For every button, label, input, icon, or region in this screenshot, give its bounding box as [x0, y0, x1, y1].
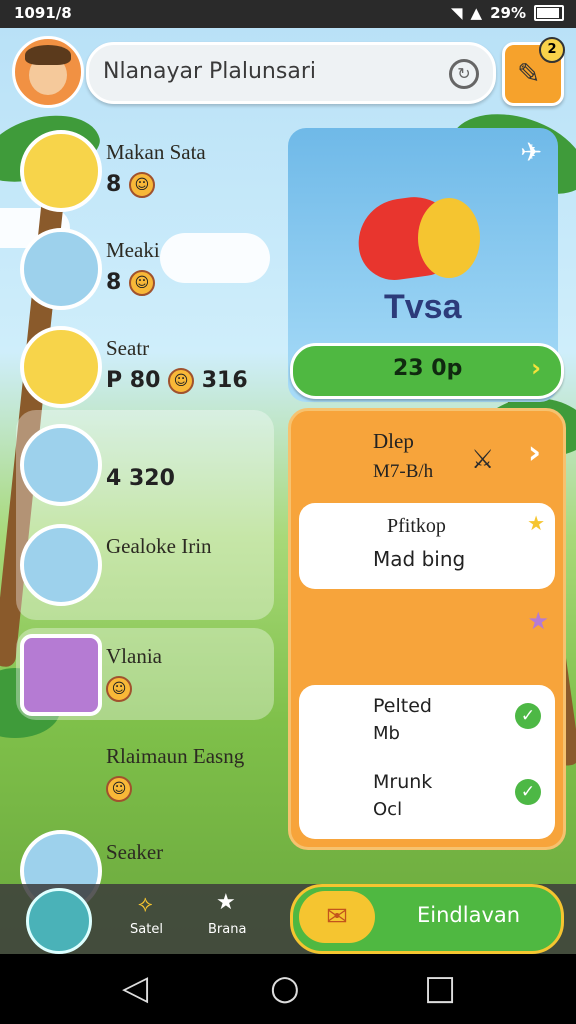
back-icon[interactable]: ◁: [122, 968, 148, 1008]
smile-icon: ☺: [106, 776, 132, 802]
contact-item[interactable]: Vlania ☺: [20, 634, 250, 724]
status-bar: 1091/8 ◥ ▲ 29%: [0, 0, 576, 28]
smile-icon: ☺: [128, 172, 155, 198]
tab-label[interactable]: Brana: [208, 922, 246, 937]
avatar: [20, 228, 102, 310]
panel-subtitle: M7-B/h: [373, 461, 434, 482]
avatar: [20, 130, 102, 212]
featured-title: Tvsa: [384, 288, 462, 326]
edit-icon: ✎: [517, 57, 541, 90]
contact-name: Makan Sata: [106, 140, 206, 164]
chevron-right-icon: ›: [531, 354, 541, 382]
smile-icon: ☺: [128, 270, 155, 296]
refresh-icon[interactable]: ↻: [449, 59, 479, 89]
recents-icon[interactable]: □: [424, 968, 456, 1008]
item-title: Pelted: [373, 695, 432, 717]
home-button[interactable]: [26, 888, 92, 954]
compose-button[interactable]: ✎ 2: [502, 37, 565, 106]
panel-item[interactable]: Pfitkop Mad bing ★: [299, 503, 555, 589]
avatar: [20, 326, 102, 408]
search-bar[interactable]: Nlanayar Plalunsari ↻: [86, 42, 496, 104]
star-icon: ★: [527, 511, 545, 535]
contact-stats: P 80 ☺ 316: [106, 368, 248, 394]
contact-item[interactable]: 4 320: [20, 424, 250, 514]
avatar: [20, 634, 102, 716]
sword-icon: ⚔: [471, 445, 495, 475]
item-subtitle: Ocl: [373, 799, 403, 820]
contact-name: Vlania: [106, 644, 162, 668]
contact-name: Gealoke Irin: [106, 534, 212, 558]
avatar: [20, 734, 102, 816]
mail-icon: ✉: [299, 891, 375, 943]
cat-icon[interactable]: ★: [216, 890, 236, 915]
avatar: [20, 524, 102, 606]
profile-avatar[interactable]: [12, 36, 84, 108]
contact-name: Seaker: [106, 840, 164, 864]
contact-item[interactable]: Seatr P 80 ☺ 316: [20, 326, 250, 416]
status-time: 1091/8: [14, 4, 72, 22]
search-input[interactable]: Nlanayar Plalunsari: [103, 59, 316, 84]
tab-label[interactable]: Satel: [130, 922, 163, 937]
smile-icon: ☺: [106, 676, 132, 702]
contact-item[interactable]: Gealoke Irin: [20, 524, 250, 614]
badge-icon[interactable]: ⟡: [138, 892, 153, 917]
status-icons: ◥ ▲ 29%: [451, 4, 564, 22]
notification-badge: 2: [539, 37, 565, 63]
smile-icon: ☺: [168, 368, 195, 394]
home-icon[interactable]: ○: [270, 968, 300, 1008]
item-subtitle: Mad bing: [373, 547, 466, 571]
contact-stats: ☺: [106, 776, 132, 802]
battery-icon: [534, 5, 564, 21]
contact-name: Seatr: [106, 336, 150, 360]
battery-text: 29%: [490, 4, 526, 22]
featured-button[interactable]: 23 0p ›: [290, 343, 564, 399]
contact-item[interactable]: Makan Sata 8 ☺: [20, 130, 250, 220]
avatar: [20, 424, 102, 506]
contact-stats: ☺: [106, 676, 132, 702]
panel-list: Pelted Mb ✓ Mrunk Ocl ✓: [299, 685, 555, 839]
send-button[interactable]: ✉ Eindlavan: [290, 884, 564, 954]
item-title: Mrunk: [373, 771, 433, 793]
pin-icon[interactable]: ✈: [520, 138, 542, 168]
send-label: Eindlavan: [417, 903, 521, 927]
contact-name: Rlaimaun Easng: [106, 744, 245, 768]
item-title: Pfitkop: [387, 515, 446, 537]
check-icon[interactable]: ✓: [515, 703, 541, 729]
contact-stats: 8 ☺: [106, 172, 155, 198]
featured-button-label: 23 0p: [393, 356, 463, 381]
system-nav-bar: ◁ ○ □: [0, 954, 576, 1024]
contact-name: Meaki: [106, 238, 160, 262]
quest-panel: Dlep M7-B/h › ⚔ Pfitkop Mad bing ★ ★ Pel…: [288, 408, 566, 850]
contact-stats: 4 320: [106, 466, 175, 491]
contact-stats: 8 ☺: [106, 270, 155, 296]
contact-item[interactable]: Meaki 8 ☺: [20, 228, 250, 318]
chevron-right-icon[interactable]: ›: [528, 433, 541, 471]
signal-icon: ▲: [470, 4, 483, 22]
check-icon[interactable]: ✓: [515, 779, 541, 805]
panel-title: Dlep: [373, 429, 414, 453]
contact-item[interactable]: Rlaimaun Easng ☺: [20, 734, 250, 824]
star-icon: ★: [527, 607, 549, 635]
wifi-icon: ◥: [451, 4, 463, 22]
fruit-icon: [418, 198, 480, 278]
item-subtitle: Mb: [373, 723, 400, 744]
